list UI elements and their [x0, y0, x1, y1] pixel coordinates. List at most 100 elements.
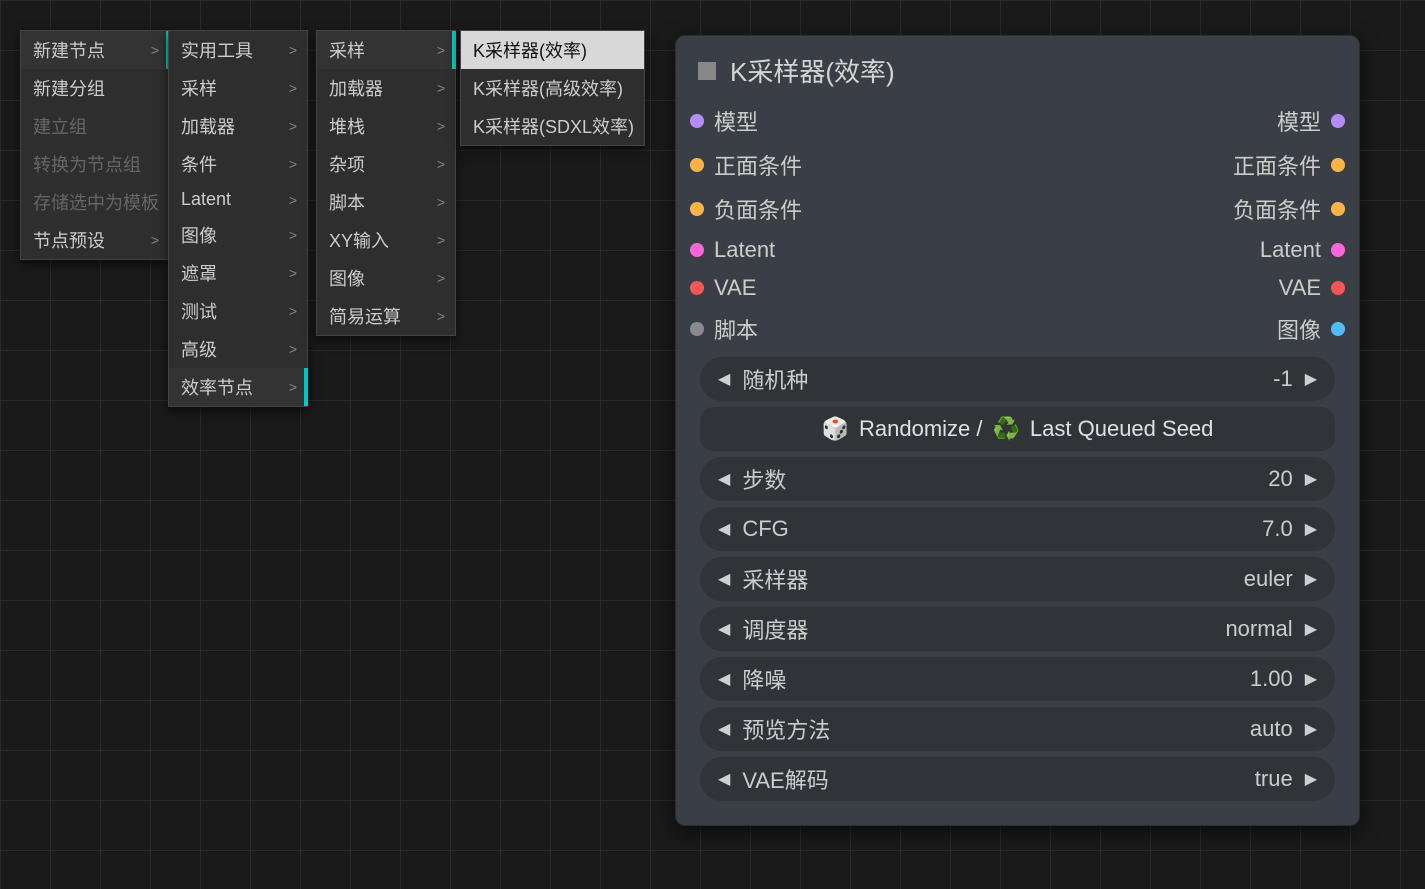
menu-item[interactable]: 高级>	[169, 330, 307, 368]
node-collapse-toggle[interactable]	[698, 62, 716, 80]
increment-icon[interactable]: ▶	[1301, 669, 1321, 689]
menu-item[interactable]: 图像 >	[169, 216, 307, 254]
increment-icon[interactable]: ▶	[1301, 569, 1321, 589]
menu-item-label: 条件	[181, 151, 217, 177]
param-scheduler[interactable]: ◀调度器normal▶	[700, 607, 1335, 651]
menu-item[interactable]: 实用工具>	[169, 31, 307, 69]
param-preview[interactable]: ◀ 预览方法 auto ▶	[700, 707, 1335, 751]
menu-item: 转换为节点组	[21, 145, 169, 183]
param-seed[interactable]: ◀随机种-1▶	[700, 357, 1335, 401]
output-socket[interactable]	[1331, 281, 1345, 295]
menu-item[interactable]: 杂项>	[317, 145, 455, 183]
input-socket[interactable]	[690, 202, 704, 216]
output-socket[interactable]	[1331, 158, 1345, 172]
param-denoise[interactable]: ◀ 降噪 1.00 ▶	[700, 657, 1335, 701]
io-row: LatentLatent	[676, 231, 1359, 269]
menu-item[interactable]: XY输入>	[317, 221, 455, 259]
increment-icon[interactable]: ▶	[1301, 469, 1321, 489]
menu-item-label: 图像	[181, 222, 217, 248]
param-value: 7.0	[1262, 516, 1293, 542]
param-label: 降噪	[742, 663, 786, 695]
menu-item-label: 高级	[181, 336, 217, 362]
input-socket[interactable]	[690, 243, 704, 257]
submenu-arrow-icon: >	[437, 42, 445, 58]
submenu-arrow-icon: >	[437, 308, 445, 324]
last-seed-label: Last Queued Seed	[1030, 416, 1213, 442]
increment-icon[interactable]: ▶	[1301, 519, 1321, 539]
decrement-icon[interactable]: ◀	[714, 719, 734, 739]
menu-item[interactable]: 节点预设>	[21, 221, 169, 259]
output-socket[interactable]	[1331, 322, 1345, 336]
decrement-icon[interactable]: ◀	[714, 619, 734, 639]
output-socket[interactable]	[1331, 243, 1345, 257]
input-socket[interactable]	[690, 158, 704, 172]
output-socket[interactable]	[1331, 202, 1345, 216]
param-cfg[interactable]: ◀CFG7.0▶	[700, 507, 1335, 551]
menu-item[interactable]: 图像>	[317, 259, 455, 297]
menu-item[interactable]: 新建节点>	[21, 31, 169, 69]
menu-item[interactable]: 遮罩>	[169, 254, 307, 292]
output-label: 模型	[1277, 105, 1321, 137]
decrement-icon[interactable]: ◀	[714, 569, 734, 589]
menu-item-label: 测试	[181, 298, 217, 324]
output-label: VAE	[1279, 275, 1321, 301]
output-label: 图像	[1277, 313, 1321, 345]
menu-item[interactable]: 简易运算>	[317, 297, 455, 335]
increment-icon[interactable]: ▶	[1301, 369, 1321, 389]
param-value: auto	[1250, 716, 1293, 742]
increment-icon[interactable]: ▶	[1301, 769, 1321, 789]
param-steps[interactable]: ◀步数20▶	[700, 457, 1335, 501]
increment-icon[interactable]: ▶	[1301, 719, 1321, 739]
menu-item[interactable]: 条件>	[169, 145, 307, 183]
menu-item-label: 加载器	[329, 75, 383, 101]
menu-item[interactable]: 堆栈>	[317, 107, 455, 145]
param-value: 1.00	[1250, 666, 1293, 692]
submenu-arrow-icon: >	[289, 80, 297, 96]
param-label: 预览方法	[742, 713, 830, 745]
menu-item[interactable]: Latent >	[169, 183, 307, 216]
menu-item[interactable]: 测试>	[169, 292, 307, 330]
input-socket[interactable]	[690, 281, 704, 295]
menu-item[interactable]: K采样器(效率)	[461, 31, 644, 69]
menu-item[interactable]: 效率节点>	[169, 368, 307, 406]
node-header[interactable]: K采样器(效率)	[676, 36, 1359, 99]
menu-item[interactable]: 加载器>	[169, 107, 307, 145]
menu-item[interactable]: 新建分组	[21, 69, 169, 107]
menu-item[interactable]: 加载器>	[317, 69, 455, 107]
param-vaedecode[interactable]: ◀VAE解码true▶	[700, 757, 1335, 801]
menu-item-label: XY输入	[329, 227, 389, 253]
decrement-icon[interactable]: ◀	[714, 669, 734, 689]
menu-item[interactable]: K采样器(SDXL效率)	[461, 107, 644, 145]
param-sampler[interactable]: ◀采样器euler▶	[700, 557, 1335, 601]
menu-item-label: 堆栈	[329, 113, 365, 139]
decrement-icon[interactable]: ◀	[714, 469, 734, 489]
output-label: Latent	[1260, 237, 1321, 263]
submenu-arrow-icon: >	[437, 270, 445, 286]
menu-item-label: 效率节点	[181, 374, 253, 400]
menu-item-label: 建立组	[33, 113, 87, 139]
menu-item[interactable]: 采样 >	[317, 31, 455, 69]
menu-item-label: Latent	[181, 189, 231, 210]
param-label: 采样器	[742, 563, 808, 595]
menu-item-label: K采样器(效率)	[473, 37, 587, 63]
param-value: normal	[1225, 616, 1292, 642]
submenu-arrow-icon: >	[289, 227, 297, 243]
recycle-icon: ♻️	[993, 416, 1020, 442]
decrement-icon[interactable]: ◀	[714, 519, 734, 539]
input-socket[interactable]	[690, 114, 704, 128]
increment-icon[interactable]: ▶	[1301, 619, 1321, 639]
menu-item-label: 采样	[329, 37, 365, 63]
menu-item[interactable]: 脚本>	[317, 183, 455, 221]
decrement-icon[interactable]: ◀	[714, 369, 734, 389]
menu-item[interactable]: K采样器(高级效率)	[461, 69, 644, 107]
menu-item-label: 加载器	[181, 113, 235, 139]
randomize-button[interactable]: 🎲Randomize /♻️Last Queued Seed	[700, 407, 1335, 451]
menu-item[interactable]: 采样>	[169, 69, 307, 107]
submenu-arrow-icon: >	[289, 192, 297, 208]
param-value: -1	[1273, 366, 1293, 392]
menu-item-label: 实用工具	[181, 37, 253, 63]
ksampler-node[interactable]: K采样器(效率) 模型模型正面条件正面条件负面条件负面条件LatentLaten…	[675, 35, 1360, 826]
input-socket[interactable]	[690, 322, 704, 336]
decrement-icon[interactable]: ◀	[714, 769, 734, 789]
output-socket[interactable]	[1331, 114, 1345, 128]
